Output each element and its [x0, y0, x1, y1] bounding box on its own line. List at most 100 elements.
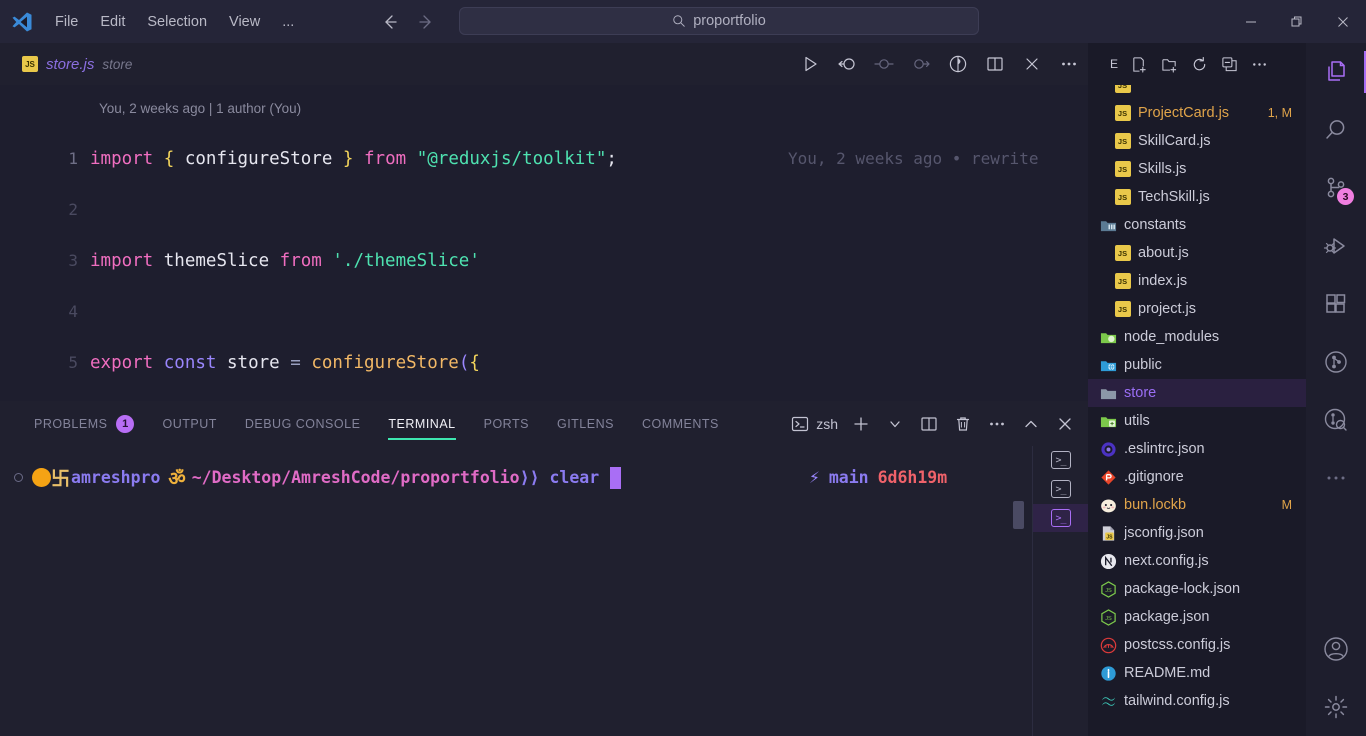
- file-tree-item[interactable]: README.md: [1088, 659, 1306, 687]
- arrow-right-icon[interactable]: [415, 11, 437, 33]
- tailwind-icon: [1100, 693, 1117, 710]
- menu-item-more[interactable]: ...: [271, 10, 305, 34]
- close-icon[interactable]: [1054, 413, 1076, 435]
- file-name: Skills.js: [1138, 161, 1187, 177]
- editor-tab-directory: store: [102, 56, 133, 72]
- arrow-left-icon[interactable]: [379, 11, 401, 33]
- activity-git-search[interactable]: [1306, 391, 1366, 449]
- ellipsis-icon[interactable]: [1058, 53, 1080, 75]
- close-icon[interactable]: [1320, 0, 1366, 43]
- activity-search[interactable]: [1306, 101, 1366, 159]
- terminal-tab-2[interactable]: >_: [1033, 475, 1089, 503]
- step-over-icon[interactable]: [910, 53, 932, 75]
- file-tree-item[interactable]: next.config.js: [1088, 547, 1306, 575]
- terminal-scrollbar[interactable]: [1013, 501, 1024, 529]
- git-icon: [1100, 469, 1117, 486]
- panel-tab-label: PORTS: [483, 416, 529, 431]
- terminal-shell-indicator[interactable]: zsh: [791, 415, 838, 433]
- chevron-up-icon[interactable]: [1020, 413, 1042, 435]
- file-tree[interactable]: JS JS ProjectCard.js 1, M JS SkillCard.js JS S…: [1088, 85, 1306, 736]
- close-icon[interactable]: [1021, 53, 1043, 75]
- play-icon[interactable]: [799, 53, 821, 75]
- activity-settings[interactable]: [1306, 678, 1366, 736]
- panel-tab-output[interactable]: OUTPUT: [148, 401, 230, 446]
- terminal-output[interactable]: 卐 amreshpro ॐ ~/Desktop/AmreshCode/propo…: [0, 446, 1032, 736]
- activity-git-graph[interactable]: [1306, 333, 1366, 391]
- chevron-down-icon[interactable]: [884, 413, 906, 435]
- minimize-icon[interactable]: [1228, 0, 1274, 43]
- code-token: store: [227, 352, 280, 373]
- file-tree-item[interactable]: public: [1088, 351, 1306, 379]
- file-tree-item[interactable]: JS SkillCard.js: [1088, 127, 1306, 155]
- editor-tab-store-js[interactable]: JS store.js store: [0, 43, 147, 85]
- terminal-tab-3[interactable]: >_: [1032, 504, 1089, 532]
- explorer-title: E: [1110, 57, 1119, 71]
- new-file-icon[interactable]: [1130, 55, 1148, 73]
- circle-line-icon[interactable]: [873, 53, 895, 75]
- collapse-all-icon[interactable]: [1220, 55, 1238, 73]
- file-tree-item[interactable]: JS ProjectCard.js 1, M: [1088, 99, 1306, 127]
- menu-item-selection[interactable]: Selection: [136, 10, 218, 34]
- activity-extensions[interactable]: [1306, 275, 1366, 333]
- code-editor[interactable]: You, 2 weeks ago | 1 author (You) 1 impor…: [0, 85, 1088, 401]
- file-tree-item[interactable]: .gitignore: [1088, 463, 1306, 491]
- file-name: node_modules: [1124, 329, 1220, 345]
- list-item[interactable]: JS: [1088, 85, 1306, 99]
- file-tree-item[interactable]: JS TechSkill.js: [1088, 183, 1306, 211]
- activity-accounts[interactable]: [1306, 620, 1366, 678]
- terminal-path: ~/Desktop/AmreshCode/proportfolio: [191, 468, 520, 487]
- file-tree-item[interactable]: node_modules: [1088, 323, 1306, 351]
- window-controls: [1228, 0, 1366, 43]
- panel-tab-terminal[interactable]: TERMINAL: [374, 401, 469, 446]
- file-tree-item[interactable]: bun.lockb M: [1088, 491, 1306, 519]
- activity-run-debug[interactable]: [1306, 217, 1366, 275]
- code-line: 4: [0, 286, 1088, 337]
- panel-tab-gitlens[interactable]: GITLENS: [543, 401, 628, 446]
- quick-search-input[interactable]: proportfolio: [459, 7, 979, 35]
- refresh-icon[interactable]: [1190, 55, 1208, 73]
- file-tree-item[interactable]: JS package-lock.json: [1088, 575, 1306, 603]
- menu-item-view[interactable]: View: [218, 10, 271, 34]
- file-tree-item[interactable]: .eslintrc.json: [1088, 435, 1306, 463]
- activity-more[interactable]: [1306, 449, 1366, 507]
- panel-tab-debug-console[interactable]: DEBUG CONSOLE: [231, 401, 375, 446]
- ellipsis-icon[interactable]: [986, 413, 1008, 435]
- blame-icon[interactable]: [947, 53, 969, 75]
- trash-icon[interactable]: [952, 413, 974, 435]
- panel-tab-label: PROBLEMS: [34, 416, 108, 431]
- file-name: postcss.config.js: [1124, 637, 1231, 653]
- plus-icon[interactable]: [850, 413, 872, 435]
- new-folder-icon[interactable]: [1160, 55, 1178, 73]
- file-tree-item[interactable]: tailwind.config.js: [1088, 687, 1306, 715]
- bottom-panel: PROBLEMS 1 OUTPUT DEBUG CONSOLE TERMINAL PORT…: [0, 401, 1089, 736]
- file-tree-item[interactable]: JS jsconfig.json: [1088, 519, 1306, 547]
- menu-item-edit[interactable]: Edit: [89, 10, 136, 34]
- file-tree-item[interactable]: JS project.js: [1088, 295, 1306, 323]
- activity-source-control[interactable]: 3: [1306, 159, 1366, 217]
- terminal-tab-1[interactable]: >_: [1033, 446, 1089, 474]
- panel-tab-ports[interactable]: PORTS: [470, 401, 543, 446]
- file-tree-item[interactable]: JS index.js: [1088, 267, 1306, 295]
- vscode-logo-icon: [0, 0, 44, 43]
- js-icon: JS: [1114, 133, 1131, 150]
- file-tree-item-selected[interactable]: store: [1088, 379, 1306, 407]
- panel-tab-label: GITLENS: [556, 416, 614, 431]
- file-tree-item[interactable]: constants: [1088, 211, 1306, 239]
- file-tree-item[interactable]: JS about.js: [1088, 239, 1306, 267]
- split-icon[interactable]: [984, 53, 1006, 75]
- menu-item-file[interactable]: File: [44, 10, 89, 34]
- file-tree-item[interactable]: JS Skills.js: [1088, 155, 1306, 183]
- file-tree-item[interactable]: utils: [1088, 407, 1306, 435]
- file-tree-item[interactable]: postcss.config.js: [1088, 631, 1306, 659]
- file-tree-item[interactable]: JS package.json: [1088, 603, 1306, 631]
- prompt-status-circle-icon: [14, 473, 23, 482]
- split-icon[interactable]: [918, 413, 940, 435]
- activity-explorer[interactable]: [1306, 43, 1366, 101]
- step-back-icon[interactable]: [836, 53, 858, 75]
- panel-tab-comments[interactable]: COMMENTS: [628, 401, 733, 446]
- ellipsis-icon[interactable]: [1250, 55, 1268, 73]
- panel-tab-problems[interactable]: PROBLEMS 1: [20, 401, 148, 446]
- restore-icon[interactable]: [1274, 0, 1320, 43]
